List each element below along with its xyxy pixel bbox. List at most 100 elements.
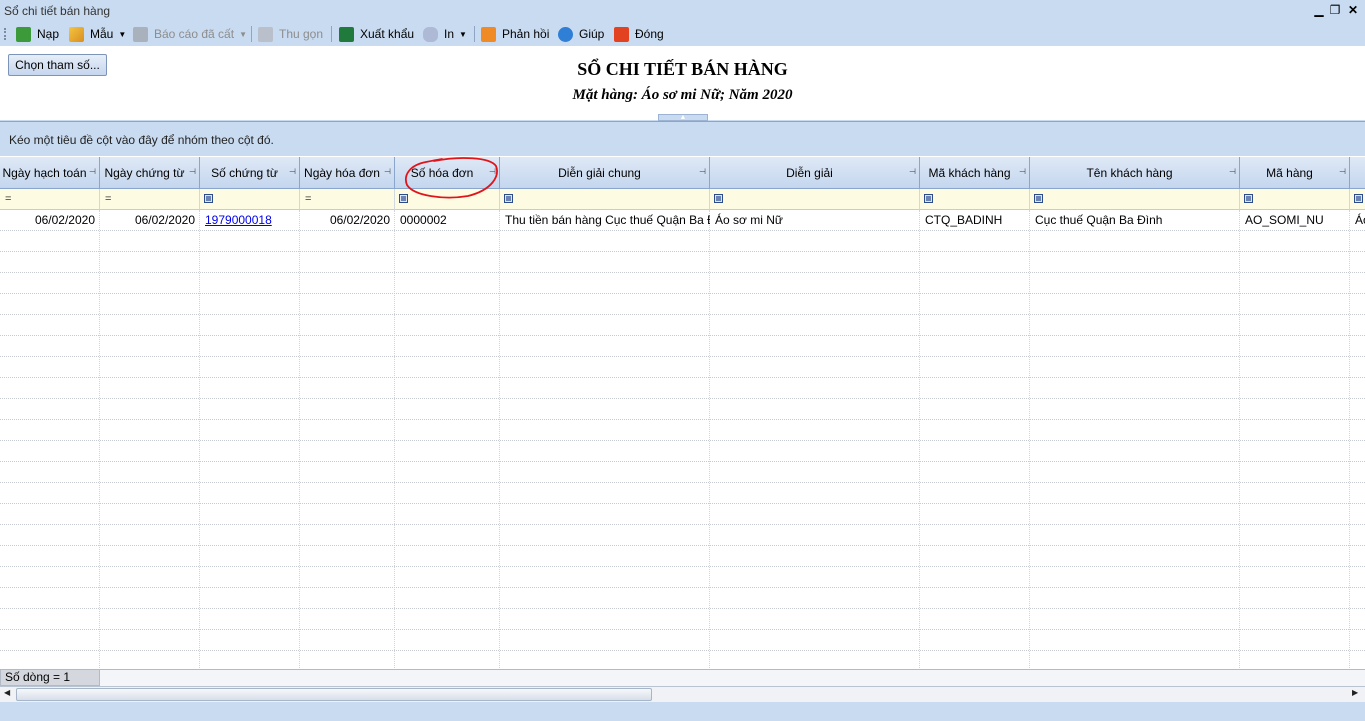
row-divider (0, 419, 1365, 420)
table-cell[interactable]: Áo (1350, 210, 1365, 231)
group-by-panel[interactable]: Kéo một tiêu đề cột vào đây để nhóm theo… (0, 122, 1365, 156)
filter-cell[interactable]: = (0, 189, 100, 210)
column-header[interactable]: Ngày hạch toán ⊣ (0, 157, 100, 189)
column-header[interactable] (1350, 157, 1365, 189)
help-button[interactable]: Giúp (558, 25, 604, 43)
template-label: Mẫu (90, 27, 114, 41)
template-icon (69, 26, 84, 42)
mail-icon (481, 26, 496, 42)
filter-cell[interactable]: = (100, 189, 200, 210)
report-subtitle: Mặt hàng: Áo sơ mi Nữ; Năm 2020 (572, 87, 793, 103)
filter-cell[interactable] (395, 189, 500, 210)
footer-summary-row (100, 669, 1365, 686)
saved-reports-dropdown[interactable]: Báo cáo đã cất ▼ (133, 25, 247, 43)
toolbar-separator (331, 26, 332, 42)
filter-equals-icon[interactable]: = (305, 193, 311, 205)
filter-cell[interactable] (1350, 189, 1365, 210)
row-divider (0, 251, 1365, 252)
row-divider (0, 398, 1365, 399)
column-header[interactable]: Mã khách hàng ⊣ (920, 157, 1030, 189)
column-header[interactable]: Tên khách hàng ⊣ (1030, 157, 1240, 189)
filter-cell[interactable] (920, 189, 1030, 210)
print-dropdown[interactable]: In ▼ (423, 25, 467, 43)
filter-cell[interactable] (500, 189, 710, 210)
table-cell[interactable]: AO_SOMI_NU (1240, 210, 1350, 231)
minimize-icon[interactable]: ▁ (1312, 3, 1326, 17)
pin-icon[interactable]: ⊣ (384, 167, 391, 176)
filter-operator-icon[interactable] (924, 194, 933, 203)
pin-icon[interactable]: ⊣ (699, 167, 706, 176)
filter-equals-icon[interactable]: = (105, 193, 111, 205)
filter-operator-icon[interactable] (1354, 194, 1363, 203)
pin-icon[interactable]: ⊣ (189, 167, 196, 176)
table-cell[interactable]: Cục thuế Quận Ba Đình (1030, 210, 1240, 231)
column-header[interactable]: Số chứng từ ⊣ (200, 157, 300, 189)
close-icon[interactable]: ✕ (1346, 3, 1360, 17)
table-cell[interactable]: 0000002 (395, 210, 500, 231)
column-header-label: Mã hàng (1266, 166, 1313, 180)
column-header[interactable]: Mã hàng ⊣ (1240, 157, 1350, 189)
table-cell[interactable]: 06/02/2020 (300, 210, 395, 231)
pin-icon[interactable]: ⊣ (1339, 167, 1346, 176)
column-header-label: Mã khách hàng (928, 166, 1011, 180)
row-divider (0, 545, 1365, 546)
filter-equals-icon[interactable]: = (5, 193, 11, 205)
collapse-button[interactable]: Thu gọn (258, 25, 323, 43)
table-cell[interactable]: Thu tiền bán hàng Cục thuế Quận Ba Đì (500, 210, 710, 231)
pin-icon[interactable]: ⊣ (89, 167, 96, 176)
scroll-left-icon[interactable]: ◀ (4, 688, 10, 697)
feedback-button[interactable]: Phản hồi (481, 25, 549, 43)
report-title: SỔ CHI TIẾT BÁN HÀNG (577, 59, 788, 79)
column-header[interactable]: Ngày hóa đơn ⊣ (300, 157, 395, 189)
filter-operator-icon[interactable] (1034, 194, 1043, 203)
filter-operator-icon[interactable] (714, 194, 723, 203)
filter-cell[interactable] (1030, 189, 1240, 210)
chevron-down-icon: ▼ (459, 29, 467, 39)
column-header[interactable]: Diễn giải ⊣ (710, 157, 920, 189)
export-button[interactable]: Xuất khẩu (339, 25, 414, 43)
reload-label: Nạp (37, 27, 60, 41)
scrollbar-thumb[interactable] (16, 688, 652, 701)
report-header: Chọn tham số... SỔ CHI TIẾT BÁN HÀNG Mặt… (0, 46, 1365, 120)
filter-operator-icon[interactable] (399, 194, 408, 203)
close-button[interactable]: Đóng (614, 25, 664, 43)
pin-icon[interactable]: ⊣ (289, 167, 296, 176)
scroll-right-icon[interactable]: ▶ (1352, 688, 1358, 697)
pin-icon[interactable]: ⊣ (909, 167, 916, 176)
row-divider (0, 377, 1365, 378)
filter-cell[interactable] (1240, 189, 1350, 210)
row-divider (0, 440, 1365, 441)
table-cell[interactable]: 06/02/2020 (0, 210, 100, 231)
row-divider (0, 587, 1365, 588)
reload-button[interactable]: Nạp (16, 25, 59, 43)
pin-icon[interactable]: ⊣ (1229, 167, 1236, 176)
column-header-label: Diễn giải (786, 166, 833, 180)
filter-cell[interactable] (710, 189, 920, 210)
filter-operator-icon[interactable] (204, 194, 213, 203)
voucher-link[interactable]: 1979000018 (200, 210, 300, 231)
row-divider (0, 566, 1365, 567)
group-by-hint: Kéo một tiêu đề cột vào đây để nhóm theo… (9, 133, 274, 147)
template-dropdown[interactable]: Mẫu ▼ (69, 25, 126, 43)
table-cell[interactable]: 06/02/2020 (100, 210, 200, 231)
filter-cell[interactable] (200, 189, 300, 210)
filter-cell[interactable]: = (300, 189, 395, 210)
pin-icon[interactable]: ⊣ (489, 167, 496, 176)
table-cell[interactable]: Áo sơ mi Nữ (710, 210, 920, 231)
column-header[interactable]: Số hóa đơn ⊣ (395, 157, 500, 189)
data-grid: Kéo một tiêu đề cột vào đây để nhóm theo… (0, 121, 1365, 687)
row-divider (0, 524, 1365, 525)
column-header[interactable]: Ngày chứng từ ⊣ (100, 157, 200, 189)
column-header-label: Số hóa đơn (410, 166, 474, 180)
column-header[interactable]: Diễn giải chung ⊣ (500, 157, 710, 189)
chevron-down-icon: ▼ (118, 29, 127, 39)
filter-operator-icon[interactable] (1244, 194, 1253, 203)
filter-operator-icon[interactable] (504, 194, 513, 203)
restore-icon[interactable]: ❐ (1328, 3, 1342, 17)
column-header-label: Diễn giải chung (558, 166, 641, 180)
column-header-label: Tên khách hàng (1086, 166, 1173, 180)
horizontal-scrollbar[interactable]: ◀ ▶ (0, 686, 1365, 702)
header-collapse-handle[interactable]: ▲ (658, 114, 708, 121)
pin-icon[interactable]: ⊣ (1019, 167, 1026, 176)
table-cell[interactable]: CTQ_BADINH (920, 210, 1030, 231)
